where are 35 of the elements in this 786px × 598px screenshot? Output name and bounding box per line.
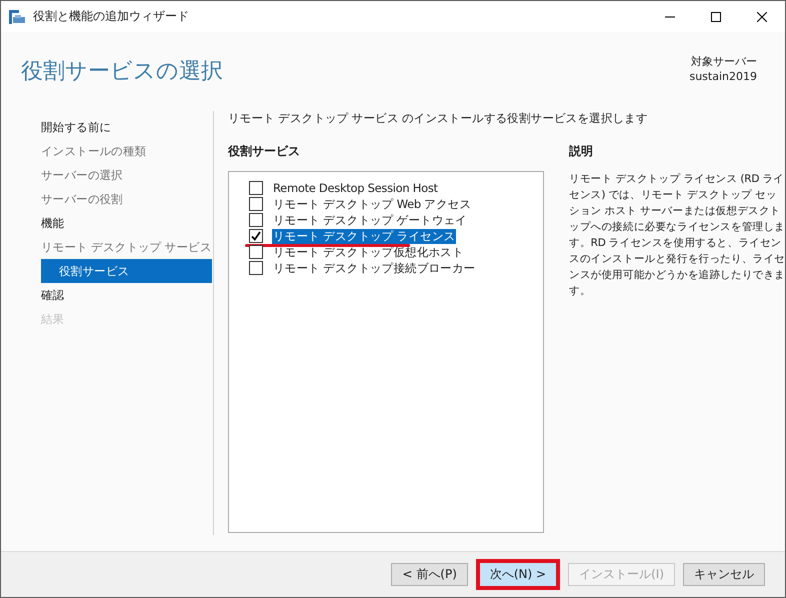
nav-item[interactable]: インストールの種類 <box>41 139 212 163</box>
maximize-icon[interactable] <box>711 12 721 22</box>
checkbox[interactable] <box>249 197 263 211</box>
checkbox[interactable] <box>249 213 263 227</box>
nav-item[interactable]: サーバーの選択 <box>41 163 212 187</box>
instruction-text: リモート デスクトップ サービス のインストールする役割サービスを選択します <box>228 111 649 126</box>
nav-item[interactable]: 開始する前に <box>41 115 212 139</box>
checkbox[interactable] <box>249 261 263 275</box>
role-service-label[interactable]: リモート デスクトップ Web アクセス <box>272 196 472 212</box>
nav-item[interactable]: 機能 <box>41 211 212 235</box>
role-service-label[interactable]: リモート デスクトップ ライセンス <box>272 228 456 244</box>
app-icon <box>9 10 25 24</box>
description-text: リモート デスクトップ ライセンス (RD ライセンス) では、リモート デスクトップ セッション ホスト サーバーまたは仮想デスクトップへの接続に必要なライセンスを管理します。RD ライセンスを使用すると、ライセンスのインストールと発行を行ったり、ライセンスが使用可能かどうかを追跡したりできます。 <box>569 172 786 299</box>
target-server-name: sustain2019 <box>689 69 757 84</box>
section-heading: 説明 <box>569 143 594 160</box>
checkbox[interactable] <box>249 229 263 243</box>
role-service-label[interactable]: リモート デスクトップ ゲートウェイ <box>272 212 468 228</box>
nav-item[interactable]: 確認 <box>41 283 212 307</box>
wizard-button[interactable]: 次へ(N) > <box>476 559 560 590</box>
close-icon[interactable] <box>757 12 767 22</box>
section-heading: 役割サービス <box>228 143 301 160</box>
page-title: 役割サービスの選択 <box>21 58 223 86</box>
window-title: 役割と機能の追加ウィザード <box>33 8 190 25</box>
role-service-label[interactable]: Remote Desktop Session Host <box>272 181 439 195</box>
nav-item[interactable]: サーバーの役割 <box>41 187 212 211</box>
nav-item[interactable]: 役割サービス <box>41 259 212 283</box>
checkmark-icon <box>251 231 261 241</box>
checkbox[interactable] <box>249 245 263 259</box>
wizard-button[interactable]: < 前へ(P) <box>391 563 468 586</box>
target-server-label: 対象サーバー <box>691 54 757 69</box>
role-service-label[interactable]: リモート デスクトップ接続ブローカー <box>272 260 476 276</box>
wizard-button[interactable]: キャンセル <box>683 563 765 586</box>
role-service-label[interactable]: リモート デスクトップ仮想化ホスト <box>272 244 465 260</box>
nav-item[interactable]: リモート デスクトップ サービス <box>41 235 212 259</box>
checkbox[interactable] <box>249 181 263 195</box>
